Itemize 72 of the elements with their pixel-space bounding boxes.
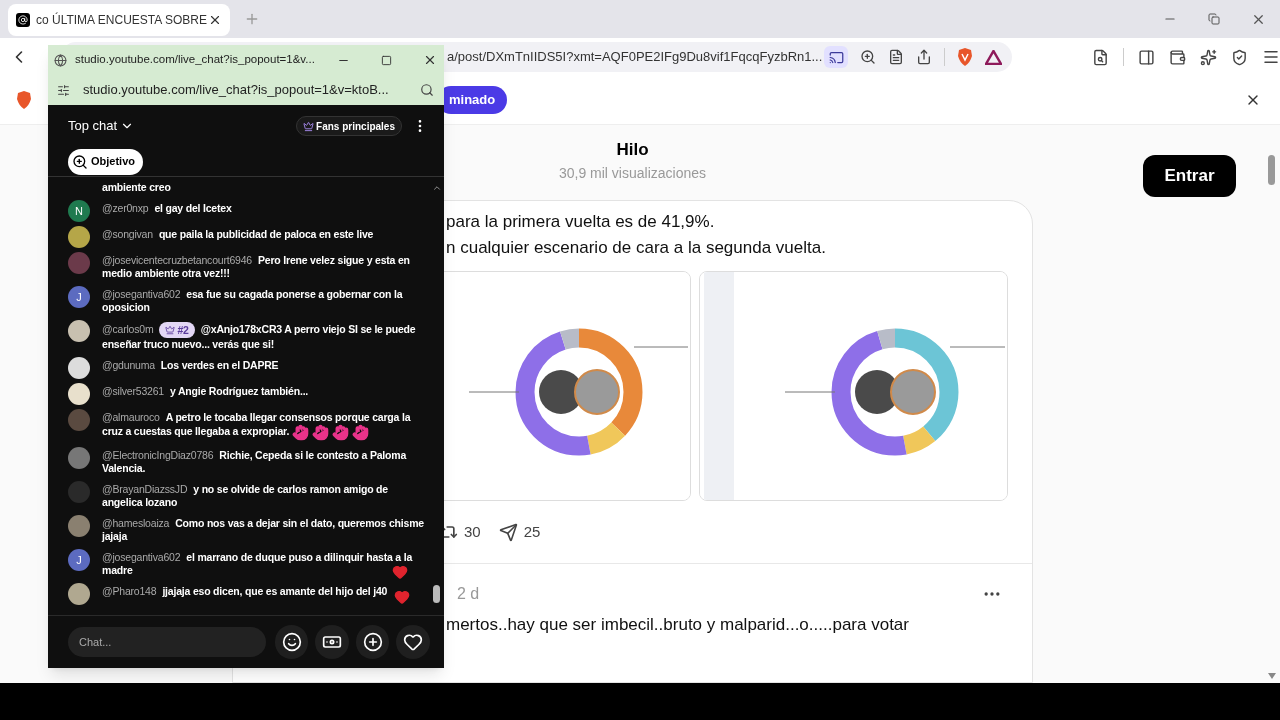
browser-tab[interactable]: co ÚLTIMA ENCUESTA SOBRE bbox=[8, 4, 230, 36]
wallet-icon[interactable] bbox=[1169, 48, 1186, 66]
chat-message[interactable]: @gdunuma Los verdes en el DAPRE bbox=[102, 359, 279, 372]
chat-message[interactable]: @ElectronicIngDiaz0786 Richie, Cepeda si le contesto a Paloma Valencia. bbox=[102, 449, 428, 475]
chat-message[interactable]: @carlos0m #2 @xAnjo178xCR3 A perro viejo SI se le puede enseñar truco nuevo... verás que si! bbox=[102, 322, 428, 351]
scrollbar-thumb[interactable] bbox=[433, 585, 440, 603]
avatar: J bbox=[68, 286, 90, 308]
search-icon[interactable] bbox=[420, 83, 434, 97]
chat-message[interactable]: @zer0nxp el gay del Icetex bbox=[102, 202, 232, 215]
heart-reaction-icon bbox=[392, 564, 408, 580]
add-button[interactable] bbox=[355, 625, 390, 659]
chat-mode-dropdown[interactable]: Top chat bbox=[68, 116, 135, 136]
chat-message[interactable]: @josegantiva602 el marrano de duque puso a dilinquir hasta a la madre bbox=[102, 551, 428, 577]
window-title: studio.youtube.com/live_chat?is_popout=1&v... bbox=[75, 52, 315, 68]
reader-icon[interactable] bbox=[888, 49, 904, 65]
post-time: 2 d bbox=[457, 584, 480, 604]
hand-emoji-icon bbox=[332, 424, 350, 441]
globe-icon bbox=[54, 53, 67, 67]
plus-icon bbox=[362, 632, 383, 652]
heart-reaction-icon bbox=[394, 589, 410, 605]
send-icon bbox=[498, 522, 518, 542]
chat-message[interactable]: @josevicentecruzbetancourt6946 Pero Irene velez sigue y esta en medio ambiente otra vez!!! bbox=[102, 254, 428, 280]
threads-logo-icon bbox=[16, 13, 30, 27]
page-title: Hilo bbox=[616, 139, 649, 162]
avatar: N bbox=[68, 200, 90, 222]
reply-text: mertos..hay que ser imbecil..bruto y malparid...o.....para votar bbox=[445, 614, 910, 636]
crown-icon bbox=[303, 120, 315, 132]
like-button[interactable] bbox=[396, 625, 430, 659]
chat-message[interactable]: @Pharo148 jjajaja eso dicen, que es amante del hijo del j40 bbox=[102, 585, 388, 598]
chat-message[interactable]: @silver53261 y Angie Rodríguez también... bbox=[102, 385, 309, 398]
share-icon[interactable] bbox=[916, 49, 932, 65]
fans-button[interactable]: Fans principales bbox=[296, 116, 402, 136]
scroll-up-icon[interactable] bbox=[432, 183, 442, 193]
heart-icon bbox=[403, 632, 424, 652]
search-tabs-icon[interactable] bbox=[1092, 48, 1109, 66]
site-settings-icon[interactable] bbox=[57, 83, 70, 97]
avatar: J bbox=[68, 549, 90, 571]
chat-message[interactable]: @hamesloaiza Como nos vas a dejar sin el dato, queremos chisme jajaja bbox=[102, 517, 428, 543]
super-chat-button[interactable] bbox=[315, 625, 349, 659]
restore-icon[interactable] bbox=[1208, 13, 1220, 25]
close-icon[interactable] bbox=[208, 13, 222, 27]
sidebar-icon[interactable] bbox=[1138, 48, 1155, 66]
chat-message[interactable]: @almauroco A petro le tocaba llegar consensos porque carga la cruz a cuestas que llegaba a expropiar. bbox=[102, 411, 428, 441]
hand-emoji-icon bbox=[292, 424, 310, 441]
goal-chip[interactable]: Objetivo bbox=[68, 148, 143, 175]
triangle-icon[interactable] bbox=[985, 49, 1002, 65]
cast-icon bbox=[828, 49, 844, 65]
scrollbar-thumb[interactable] bbox=[1268, 155, 1275, 185]
chat-message[interactable]: @songivan que paila la publicidad de paloca en este live bbox=[102, 228, 374, 241]
chat-message[interactable]: @BrayanDiazssJD y no se olvide de carlos ramon amigo de angelica lozano bbox=[102, 483, 428, 509]
chat-message[interactable]: ambiente creo bbox=[102, 181, 171, 194]
chat-input[interactable]: Chat... bbox=[68, 627, 266, 657]
post-text: n cualquier escenario de cara a la segunda vuelta. bbox=[446, 237, 827, 259]
menu-icon[interactable] bbox=[1262, 48, 1280, 66]
login-button[interactable]: Entrar bbox=[1143, 155, 1236, 197]
emoji-button[interactable] bbox=[274, 625, 309, 659]
scroll-down-icon[interactable] bbox=[1268, 673, 1276, 679]
share-button[interactable]: 25 bbox=[498, 520, 541, 544]
shield-icon[interactable] bbox=[1231, 48, 1248, 66]
address-field[interactable]: a/post/DXmTnIIDS5I?xmt=AQF0PE2IFg9Du8vif1FqcqFyzbRn1... bbox=[446, 47, 823, 67]
hand-emoji-icon bbox=[312, 424, 330, 441]
post-text: para la primera vuelta es de 41,9%. bbox=[446, 211, 716, 233]
maximize-icon[interactable] bbox=[380, 54, 392, 66]
tab-title: co ÚLTIMA ENCUESTA SOBRE bbox=[36, 11, 207, 29]
view-count: 30,9 mil visualizaciones bbox=[558, 163, 707, 183]
cast-button[interactable] bbox=[824, 46, 848, 68]
rank-badge: #2 bbox=[159, 322, 195, 338]
hand-emoji-icon bbox=[352, 424, 370, 441]
zoom-in-icon[interactable] bbox=[860, 49, 876, 65]
chat-message[interactable]: @josegantiva602 esa fue su cagada ponerse a gobernar con la oposicion bbox=[102, 288, 428, 314]
sparkle-icon[interactable] bbox=[1200, 48, 1217, 66]
emoji-icon bbox=[281, 632, 302, 652]
